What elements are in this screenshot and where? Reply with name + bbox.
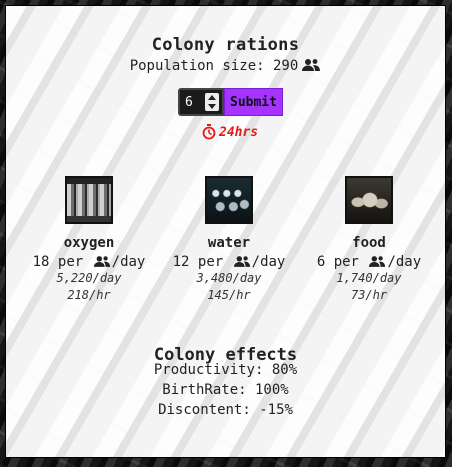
hourly-total: 73/hr <box>350 288 388 302</box>
timer-label: 24hrs <box>219 124 259 140</box>
ration-form: 6 Submit <box>178 88 283 116</box>
timer-icon <box>202 124 216 140</box>
effect-discontent: Discontent: -15% <box>158 402 293 418</box>
daily-total: 1,740/day <box>336 271 402 285</box>
food-cans-image <box>345 176 393 224</box>
resource-name: food <box>352 235 386 251</box>
population-size: Population size: 290 <box>6 58 445 74</box>
rate-unit: /day <box>111 254 146 270</box>
hourly-total: 218/hr <box>67 288 111 302</box>
resource-water: water 12 per /day 3,480/day 145/hr <box>154 176 304 304</box>
people-icon <box>93 256 110 267</box>
quantity-value: 6 <box>185 94 193 110</box>
effect-productivity: Productivity: 80% <box>153 362 298 378</box>
population-label: Population size: 290 <box>129 58 299 74</box>
rate-unit: /day <box>387 254 422 270</box>
effect-birthrate: BirthRate: 100% <box>162 382 289 398</box>
people-icon <box>302 59 321 71</box>
rate-amount: 6 per <box>316 254 359 270</box>
resource-name: oxygen <box>63 235 115 251</box>
resource-name: water <box>207 235 251 251</box>
resource-rate: 12 per /day <box>154 254 304 270</box>
resource-rate: 6 per /day <box>294 254 444 270</box>
resource-food: food 6 per /day 1,740/day 73/hr <box>294 176 444 304</box>
people-icon <box>369 256 386 267</box>
daily-total: 5,220/day <box>56 271 122 285</box>
chevron-up-icon[interactable] <box>208 95 216 100</box>
rations-panel: Colony rations Population size: 290 6 Su… <box>5 5 446 458</box>
daily-total: 3,480/day <box>196 271 262 285</box>
resource-rate: 18 per /day <box>14 254 164 270</box>
page-title: Colony rations <box>151 35 300 55</box>
submit-button[interactable]: Submit <box>224 88 283 116</box>
rate-unit: /day <box>251 254 286 270</box>
people-icon <box>233 256 250 267</box>
spinner-arrows[interactable] <box>205 93 219 111</box>
chevron-down-icon[interactable] <box>208 104 216 109</box>
quantity-stepper[interactable]: 6 <box>178 88 224 116</box>
water-bottles-image <box>205 176 253 224</box>
timer-readout: 24hrs <box>202 124 258 140</box>
rate-amount: 18 per <box>32 254 84 270</box>
oxygen-tanks-image <box>65 176 113 224</box>
resource-oxygen: oxygen 18 per /day 5,220/day 218/hr <box>14 176 164 304</box>
hourly-total: 145/hr <box>207 288 251 302</box>
rate-amount: 12 per <box>172 254 224 270</box>
